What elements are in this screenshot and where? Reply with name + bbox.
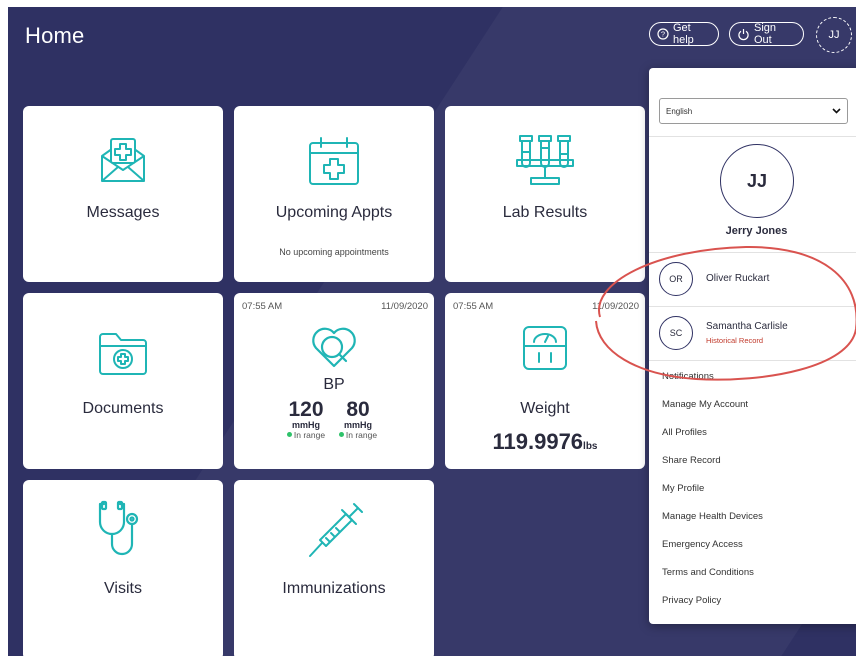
menu-link-terms[interactable]: Terms and Conditions bbox=[662, 567, 754, 578]
profile-name: Oliver Ruckart bbox=[706, 273, 770, 284]
divider bbox=[649, 136, 856, 137]
stethoscope-icon bbox=[94, 500, 152, 565]
profile-avatar: OR bbox=[659, 262, 693, 296]
profile-item-oliver-ruckart[interactable]: OR Oliver Ruckart bbox=[649, 253, 856, 305]
immunizations-tile[interactable]: Immunizations bbox=[234, 480, 434, 656]
user-avatar: JJ bbox=[720, 144, 794, 218]
page-title: Home bbox=[25, 23, 85, 48]
status-dot bbox=[286, 432, 292, 437]
syringe-icon bbox=[302, 500, 366, 569]
upcoming-appts-tile[interactable]: Upcoming Appts No upcoming appointments bbox=[234, 106, 434, 282]
sign-out-button[interactable]: Sign Out bbox=[729, 22, 804, 46]
bp-title: BP bbox=[323, 376, 345, 393]
sign-out-label: Sign Out bbox=[754, 22, 777, 46]
divider bbox=[649, 360, 856, 361]
messages-tile[interactable]: Messages bbox=[23, 106, 223, 282]
upcoming-appts-title: Upcoming Appts bbox=[275, 204, 393, 221]
immunizations-title: Immunizations bbox=[282, 580, 386, 597]
bp-tile[interactable]: 07:55 AM 11/09/2020 BP 120 mmHg In range… bbox=[234, 293, 434, 469]
menu-link-health-devices[interactable]: Manage Health Devices bbox=[662, 511, 763, 522]
envelope-plus-icon bbox=[98, 136, 148, 189]
messages-title: Messages bbox=[86, 204, 160, 221]
help-icon: ? bbox=[657, 28, 669, 40]
weight-time: 07:55 AM bbox=[453, 301, 494, 312]
bp-systolic-reading: 120 mmHg In range bbox=[280, 399, 332, 440]
menu-link-all-profiles[interactable]: All Profiles bbox=[662, 427, 707, 438]
power-icon bbox=[737, 28, 750, 41]
documents-tile[interactable]: Documents bbox=[23, 293, 223, 469]
lab-results-title: Lab Results bbox=[502, 204, 588, 221]
visits-title: Visits bbox=[104, 580, 142, 597]
bp-time: 07:55 AM bbox=[242, 301, 283, 312]
weight-tile[interactable]: 07:55 AM 11/09/2020 Weight 119.9976lbs bbox=[445, 293, 645, 469]
menu-link-my-profile[interactable]: My Profile bbox=[662, 483, 704, 494]
menu-link-manage-account[interactable]: Manage My Account bbox=[662, 399, 748, 410]
menu-link-share-record[interactable]: Share Record bbox=[662, 455, 721, 466]
get-help-button[interactable]: ? Get help bbox=[649, 22, 719, 46]
profile-avatar: SC bbox=[659, 316, 693, 350]
historical-record-badge: Historical Record bbox=[706, 336, 764, 345]
language-select[interactable]: English bbox=[659, 98, 848, 124]
menu-link-emergency-access[interactable]: Emergency Access bbox=[662, 539, 743, 550]
bp-systolic-value: 120 bbox=[288, 398, 324, 421]
folder-plus-icon bbox=[95, 329, 151, 380]
user-avatar-button[interactable]: JJ bbox=[816, 17, 852, 53]
bp-diastolic-value: 80 bbox=[346, 398, 370, 421]
bp-systolic-unit: mmHg bbox=[291, 420, 320, 430]
svg-text:?: ? bbox=[661, 30, 665, 39]
calendar-plus-icon bbox=[306, 136, 362, 191]
bp-diastolic-reading: 80 mmHg In range bbox=[332, 399, 384, 440]
weight-reading: 119.9976lbs bbox=[445, 429, 645, 455]
bp-diastolic-unit: mmHg bbox=[343, 420, 372, 430]
profile-name: Samantha Carlisle bbox=[706, 321, 788, 332]
user-name: Jerry Jones bbox=[725, 225, 788, 237]
bp-systolic-status: In range bbox=[280, 430, 332, 440]
account-menu: English JJ Jerry Jones OR Oliver Ruckart… bbox=[649, 68, 856, 624]
profile-item-samantha-carlisle[interactable]: SC Samantha Carlisle Historical Record bbox=[649, 307, 856, 359]
app-background: Home ? Get help Sign Out JJ Messages Upc… bbox=[8, 7, 856, 656]
bp-date: 11/09/2020 bbox=[381, 301, 428, 312]
heart-search-icon bbox=[308, 322, 360, 375]
documents-title: Documents bbox=[82, 400, 164, 417]
weight-value: 119.9976 bbox=[492, 429, 584, 454]
weight-title: Weight bbox=[520, 400, 570, 417]
language-value: English bbox=[666, 106, 693, 116]
scale-icon bbox=[520, 325, 570, 376]
chevron-down-icon bbox=[832, 107, 841, 116]
weight-date: 11/09/2020 bbox=[592, 301, 639, 312]
menu-link-privacy-policy[interactable]: Privacy Policy bbox=[662, 595, 721, 606]
lab-results-tile[interactable]: Lab Results bbox=[445, 106, 645, 282]
bp-diastolic-status: In range bbox=[332, 430, 384, 440]
weight-unit: lbs bbox=[583, 441, 598, 452]
menu-link-notifications[interactable]: Notifications bbox=[662, 371, 714, 382]
test-tubes-icon bbox=[515, 132, 575, 195]
status-dot bbox=[338, 432, 344, 437]
visits-tile[interactable]: Visits bbox=[23, 480, 223, 656]
upcoming-appts-subtitle: No upcoming appointments bbox=[279, 247, 389, 257]
get-help-label: Get help bbox=[673, 22, 694, 46]
